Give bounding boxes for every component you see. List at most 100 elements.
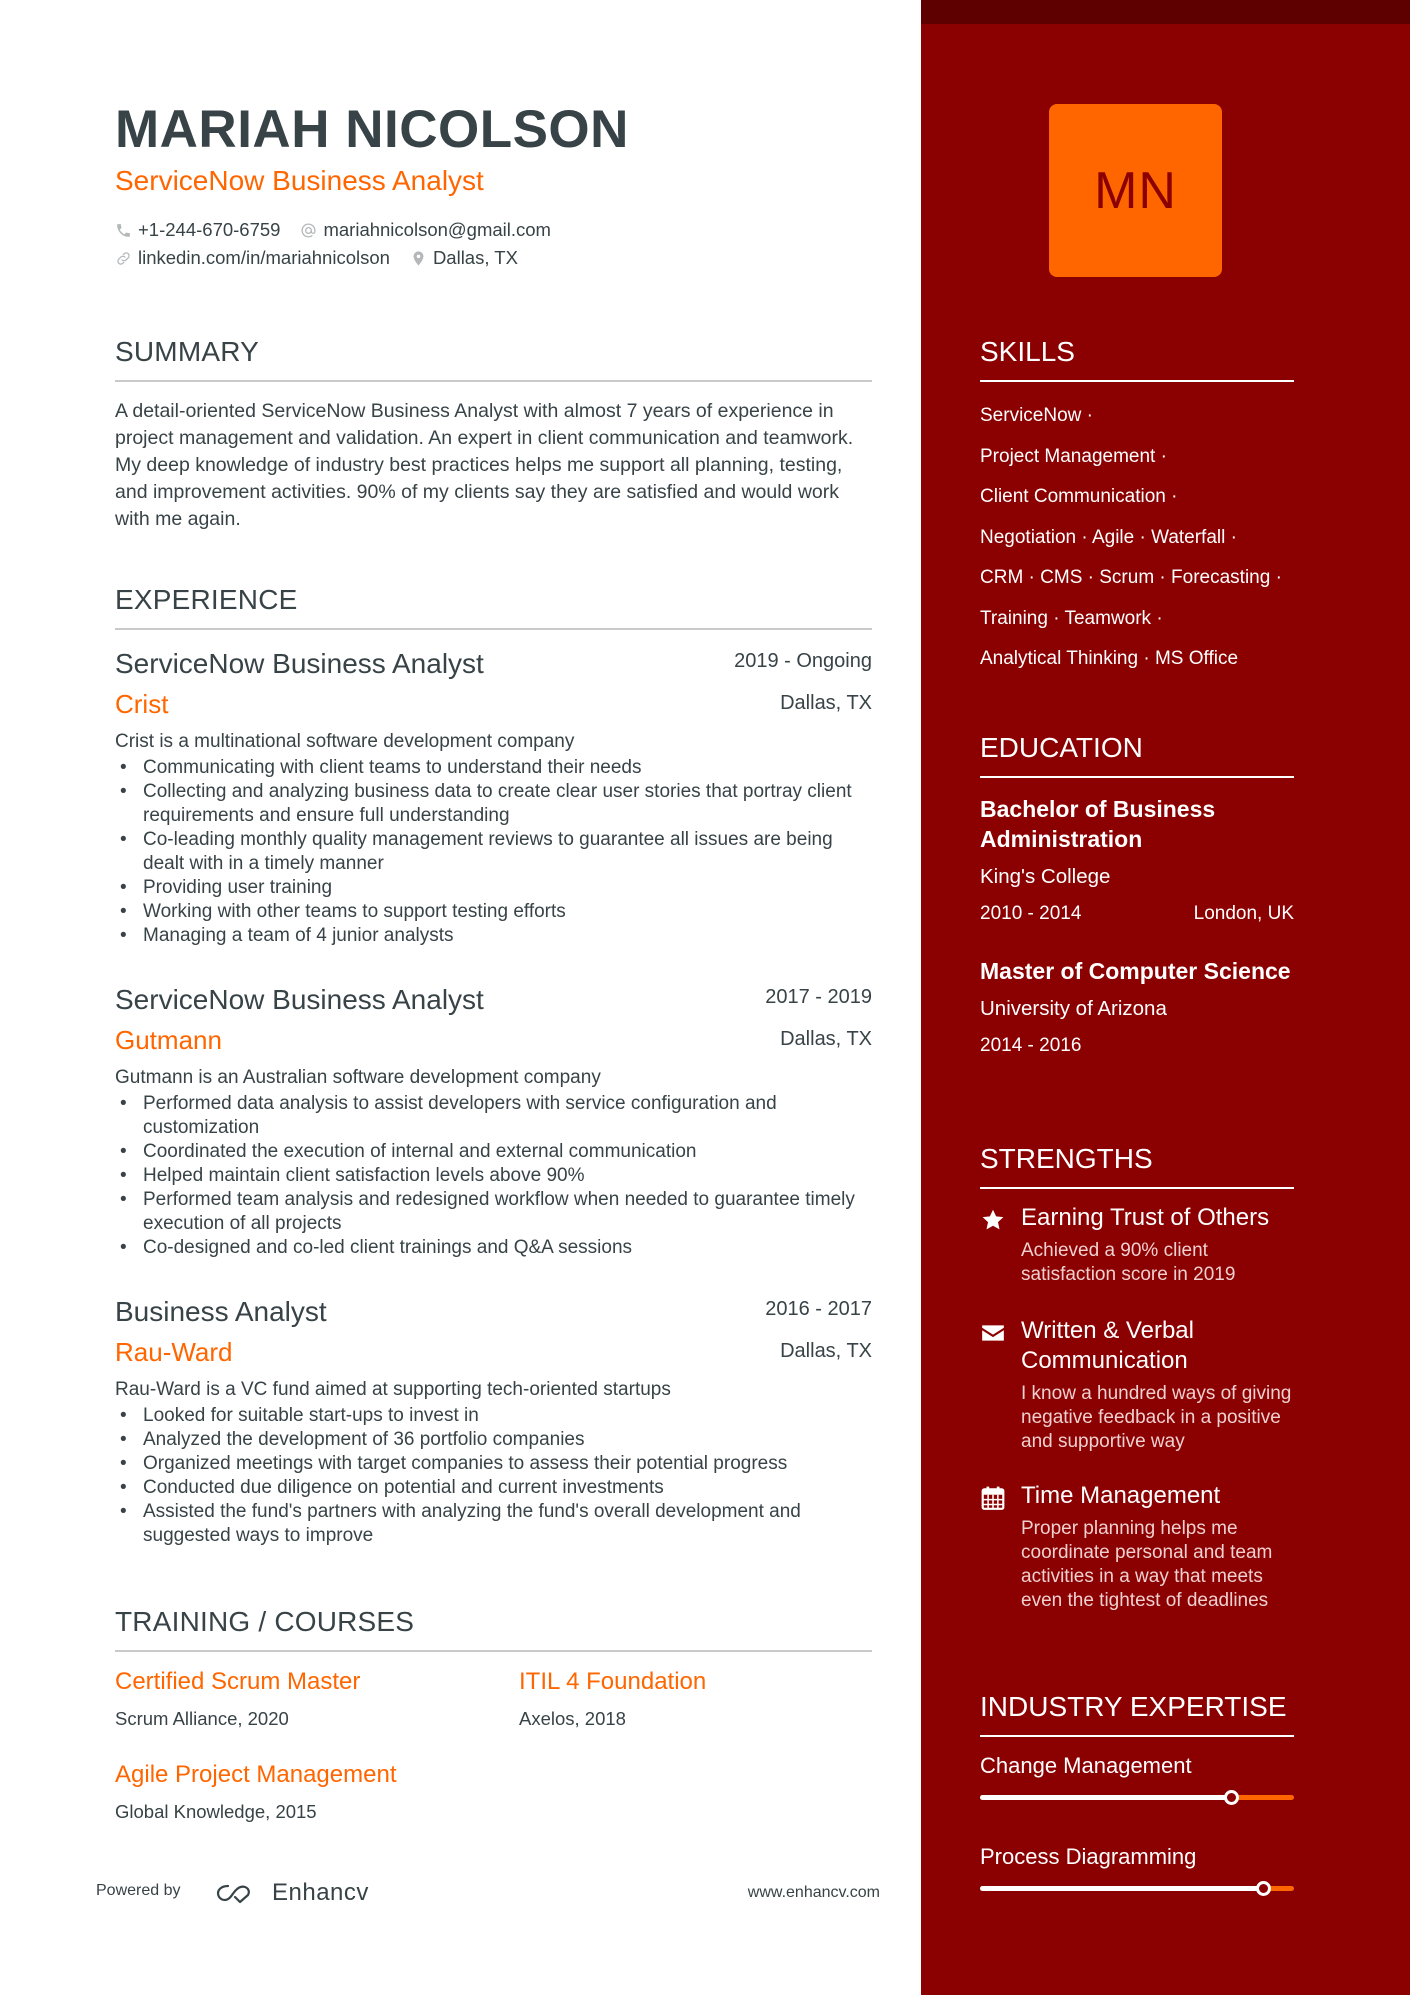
education-dates: 2014 - 2016 <box>980 1035 1082 1056</box>
powered-by-label: Powered by <box>96 1882 181 1899</box>
job-bullet: Analyzed the development of 36 portfolio… <box>115 1428 872 1452</box>
strength-title: Earning Trust of Others <box>1021 1204 1270 1231</box>
phone-icon <box>117 223 130 237</box>
expertise-heading: INDUSTRY EXPERTISE <box>980 1689 1294 1737</box>
job-dates: 2016 - 2017 <box>765 1298 872 1320</box>
job-header: ServiceNow Business Analyst 2019 - Ongoi… <box>115 646 872 686</box>
education-degree: Master of Computer Science <box>980 958 1291 984</box>
course-org: Axelos, 2018 <box>519 1708 626 1729</box>
job-bullet: Collecting and analyzing business data t… <box>115 780 872 828</box>
skills-heading: SKILLS <box>980 334 1294 382</box>
job-subheader: Gutmann Dallas, TX <box>115 1022 872 1064</box>
email-link[interactable]: mariahnicolson@gmail.com <box>323 216 551 244</box>
contact-row: linkedin.com/in/mariahnicolson Dallas, T… <box>115 244 571 272</box>
candidate-title: ServiceNow Business Analyst <box>115 165 484 196</box>
course-org: Scrum Alliance, 2020 <box>115 1708 289 1729</box>
job-entry: ServiceNow Business Analyst 2019 - Ongoi… <box>115 646 872 948</box>
star-icon <box>982 1209 1004 1230</box>
job-entry: Business Analyst 2016 - 2017 Rau-Ward Da… <box>115 1294 872 1548</box>
experience-heading: EXPERIENCE <box>115 582 872 630</box>
job-dates: 2019 - Ongoing <box>734 650 872 672</box>
course-item: Certified Scrum Master Scrum Alliance, 2… <box>115 1666 475 1732</box>
contact-email[interactable]: mariahnicolson@gmail.com <box>300 216 551 244</box>
job-location: Dallas, TX <box>780 1028 872 1050</box>
education-location: London, UK <box>1193 903 1294 924</box>
job-company: Crist <box>115 689 169 719</box>
location-text: Dallas, TX <box>432 247 518 268</box>
education-dates: 2010 - 2014 <box>980 903 1082 924</box>
job-role: ServiceNow Business Analyst <box>115 984 484 1015</box>
education-school: University of Arizona <box>980 997 1167 1020</box>
job-bullet: Organized meetings with target companies… <box>115 1452 872 1476</box>
job-location: Dallas, TX <box>780 1340 872 1362</box>
skill-line: Client Communication · <box>980 486 1178 507</box>
summary-heading: SUMMARY <box>115 334 872 382</box>
expertise-bar <box>980 1790 1294 1805</box>
job-bullet: Working with other teams to support test… <box>115 900 872 924</box>
job-dates: 2017 - 2019 <box>765 986 872 1008</box>
job-subheader: Rau-Ward Dallas, TX <box>115 1334 872 1376</box>
job-bullet: Communicating with client teams to under… <box>115 756 872 780</box>
job-bullet: Managing a team of 4 junior analysts <box>115 924 872 948</box>
job-company: Rau-Ward <box>115 1337 233 1367</box>
job-bullet: Assisted the fund's partners with analyz… <box>115 1500 872 1548</box>
strength-title: Written & Verbal Communication <box>1021 1317 1194 1374</box>
contact-info: +1-244-670-6759 mariahnicolson@gmail.com… <box>115 216 571 272</box>
job-location: Dallas, TX <box>780 692 872 714</box>
website-link[interactable]: www.enhancv.com <box>748 1884 880 1902</box>
job-bullet: Co-designed and co-led client trainings … <box>115 1236 872 1260</box>
at-icon <box>301 222 316 237</box>
strengths-heading: STRENGTHS <box>980 1141 1294 1189</box>
job-bullet: Helped maintain client satisfaction leve… <box>115 1164 872 1188</box>
contact-row: +1-244-670-6759 mariahnicolson@gmail.com <box>115 216 571 244</box>
expertise-label: Process Diagramming <box>980 1844 1197 1869</box>
enhancv-logo-icon <box>216 1884 250 1904</box>
job-bullet: Looked for suitable start-ups to invest … <box>115 1404 872 1428</box>
strength-title: Time Management <box>1021 1482 1221 1509</box>
course-name: ITIL 4 Foundation <box>519 1668 707 1695</box>
skill-line: Negotiation · Agile · Waterfall · <box>980 526 1237 548</box>
skills-list: ServiceNow · Project Management · Client… <box>980 396 1300 680</box>
job-company: Gutmann <box>115 1025 222 1055</box>
phone-text: +1-244-670-6759 <box>138 219 281 240</box>
strength-item: Earning Trust of Others Achieved a 90% c… <box>980 1203 1300 1287</box>
expertise-bar <box>980 1881 1294 1896</box>
job-header: Business Analyst 2016 - 2017 <box>115 1294 872 1334</box>
skill-line: Project Management · <box>980 445 1167 467</box>
expertise-item: Process Diagramming <box>980 1842 1294 1896</box>
strength-item: Written & Verbal Communication I know a … <box>980 1316 1300 1454</box>
sidebar: MN SKILLS ServiceNow · Project Managemen… <box>921 0 1410 1995</box>
expertise-item: Change Management <box>980 1751 1294 1805</box>
education-school: King's College <box>980 865 1111 888</box>
education-entry: Bachelor of Business Administration King… <box>980 794 1294 928</box>
expertise-bar-knob <box>1224 1790 1240 1805</box>
job-bullets: Looked for suitable start-ups to invest … <box>115 1404 872 1548</box>
course-name: Certified Scrum Master <box>115 1668 361 1695</box>
job-role: Business Analyst <box>115 1296 327 1327</box>
job-description: Gutmann is an Australian software develo… <box>115 1067 601 1088</box>
linkedin-link[interactable]: linkedin.com/in/mariahnicolson <box>138 244 390 272</box>
contact-linkedin[interactable]: linkedin.com/in/mariahnicolson <box>115 244 390 272</box>
strength-description: Proper planning helps me coordinate pers… <box>1021 1518 1273 1611</box>
training-heading: TRAINING / COURSES <box>115 1604 872 1652</box>
enhancv-logo[interactable]: Enhancv <box>214 1878 369 1908</box>
education-degree: Bachelor of Business Administration <box>980 796 1216 852</box>
expertise-bar-knob <box>1255 1881 1271 1896</box>
job-bullet: Providing user training <box>115 876 872 900</box>
course-name: Agile Project Management <box>115 1761 397 1788</box>
education-meta: 2010 - 2014 London, UK <box>980 900 1294 928</box>
job-bullet: Co-leading monthly quality management re… <box>115 828 872 876</box>
strength-description: Achieved a 90% client satisfaction score… <box>1021 1240 1236 1285</box>
job-bullet: Conducted due diligence on potential and… <box>115 1476 872 1500</box>
strength-description: I know a hundred ways of giving negative… <box>1021 1383 1292 1452</box>
sidebar-topbar <box>921 0 1410 24</box>
enhancv-brand: Enhancv <box>272 1879 369 1906</box>
skill-line: CRM · CMS · Scrum · Forecasting · <box>980 567 1282 588</box>
job-bullets: Communicating with client teams to under… <box>115 756 872 948</box>
link-icon <box>117 251 130 265</box>
expertise-bar-fill <box>980 1795 1232 1800</box>
footer: Powered by Enhancv www.enhancv.com <box>96 1878 880 1908</box>
job-description: Rau-Ward is a VC fund aimed at supportin… <box>115 1379 671 1400</box>
job-bullets: Performed data analysis to assist develo… <box>115 1092 872 1260</box>
summary-text: A detail-oriented ServiceNow Business An… <box>115 400 854 530</box>
